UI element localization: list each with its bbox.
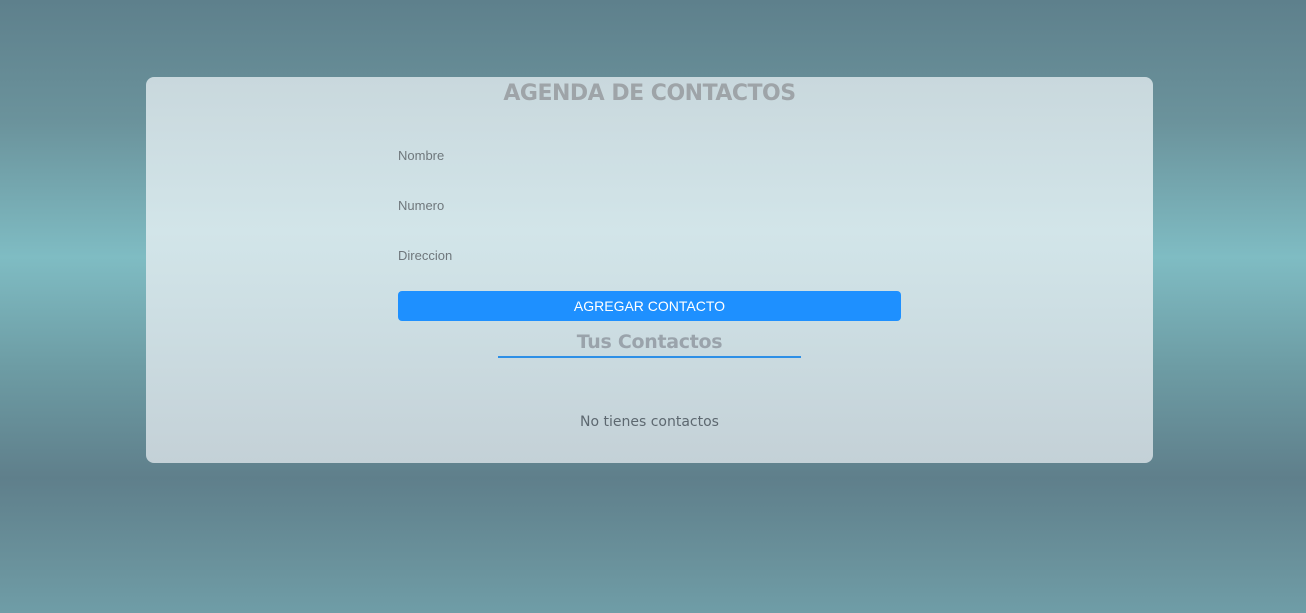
nombre-input[interactable] (398, 140, 901, 170)
add-contact-button[interactable]: AGREGAR CONTACTO (398, 291, 901, 321)
contacts-heading: Tus Contactos (498, 331, 801, 358)
empty-contacts-message: No tienes contactos (580, 414, 719, 430)
contacts-card: AGENDA DE CONTACTOS AGREGAR CONTACTO Tus… (146, 77, 1153, 463)
numero-input[interactable] (398, 190, 901, 220)
direccion-input[interactable] (398, 240, 901, 270)
page-title: AGENDA DE CONTACTOS (503, 81, 796, 106)
